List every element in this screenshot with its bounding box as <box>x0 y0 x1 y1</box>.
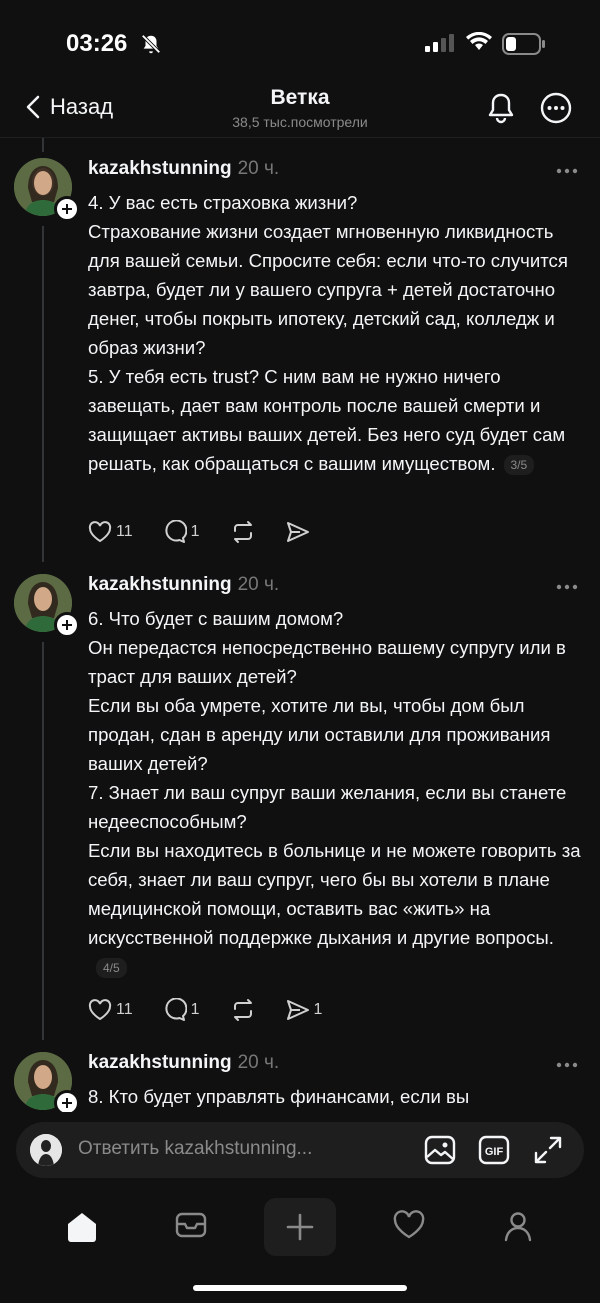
create-post-button[interactable] <box>264 1198 336 1256</box>
follow-button[interactable] <box>54 1090 80 1112</box>
post-paragraph: Он передастся непосредственно вашему суп… <box>88 637 566 687</box>
post-paragraph: Страхование жизни создает мгновенную лик… <box>88 221 568 358</box>
post-actions: 11 1 <box>88 520 344 544</box>
post-author[interactable]: kazakhstunning 20 ч. <box>88 574 279 596</box>
post-paragraph: 6. Что будет с вашим домом? <box>88 608 344 629</box>
image-icon[interactable] <box>424 1135 456 1165</box>
thread-post: kazakhstunning 20 ч. 6. Что будет с вашим… <box>0 574 600 1034</box>
heart-icon <box>88 521 112 543</box>
post-more-icon[interactable] <box>556 584 578 590</box>
thread-line <box>42 138 44 152</box>
post-author[interactable]: kazakhstunning 20 ч. <box>88 158 279 180</box>
like-button[interactable]: 11 <box>88 521 133 543</box>
home-icon[interactable] <box>64 1210 100 1244</box>
battery-icon <box>502 33 545 55</box>
post-paragraph: 7. Знает ли ваш супруг ваши желания, есл… <box>88 782 567 832</box>
like-count: 11 <box>116 523 133 540</box>
post-more-icon[interactable] <box>556 1062 578 1068</box>
thread-post: kazakhstunning 20 ч. 8. Кто будет управля… <box>0 1052 600 1112</box>
repost-icon <box>233 521 252 543</box>
inbox-icon[interactable] <box>174 1210 208 1240</box>
post-time: 20 ч. <box>237 1052 280 1073</box>
post-more-icon[interactable] <box>556 168 578 174</box>
status-bar: 03:26 <box>0 0 600 90</box>
post-paragraph: Если вы находитесь в больнице и не может… <box>88 836 588 981</box>
heart-icon <box>88 999 112 1021</box>
expand-icon[interactable] <box>533 1135 563 1165</box>
share-count: 1 <box>313 1001 323 1018</box>
user-avatar <box>30 1134 62 1166</box>
thread-post: kazakhstunning 20 ч. 4. У вас есть страхо… <box>0 158 600 558</box>
post-text: 8. Кто будет управлять финансами, если в… <box>88 1082 588 1112</box>
plus-icon <box>62 620 72 630</box>
reply-input[interactable]: Ответить kazakhstunning... <box>78 1138 312 1160</box>
avatar[interactable] <box>14 1052 80 1112</box>
like-count: 11 <box>116 1001 133 1018</box>
comment-button[interactable]: 1 <box>163 520 200 544</box>
tab-bar <box>0 1196 600 1266</box>
follow-button[interactable] <box>54 612 80 638</box>
comment-button[interactable]: 1 <box>163 998 200 1022</box>
bell-off-icon <box>141 34 161 54</box>
nav-bar: Назад Ветка 38,5 тыс.посмотрели <box>0 78 600 138</box>
plus-icon <box>62 204 72 214</box>
thread-counter: 3/5 <box>503 455 535 476</box>
post-actions: 11 1 1 <box>88 998 352 1022</box>
signal-icon <box>425 34 454 52</box>
post-paragraph: 5. У тебя есть trust? С ним вам не нужно… <box>88 366 566 476</box>
post-paragraph: Если вы оба умрете, хотите ли вы, чтобы … <box>88 695 551 774</box>
thread-counter: 4/5 <box>96 958 127 979</box>
gif-icon[interactable]: GIF <box>478 1135 510 1165</box>
more-icon[interactable] <box>540 92 572 124</box>
heart-icon[interactable] <box>392 1210 426 1240</box>
avatar[interactable] <box>14 574 80 638</box>
post-text: 6. Что будет с вашим домом? Он передастс… <box>88 604 588 981</box>
repost-button[interactable] <box>230 998 256 1022</box>
comment-count: 1 <box>190 1001 200 1018</box>
repost-icon <box>233 999 252 1021</box>
share-button[interactable]: 1 <box>286 999 323 1021</box>
comment-count: 1 <box>190 523 200 540</box>
home-indicator <box>193 1285 407 1291</box>
status-time: 03:26 <box>66 30 128 57</box>
post-time: 20 ч. <box>237 158 280 179</box>
post-paragraph: 8. Кто будет управлять финансами, если в… <box>88 1086 470 1107</box>
repost-button[interactable] <box>230 520 256 544</box>
share-button[interactable] <box>286 521 314 543</box>
bell-icon[interactable] <box>486 92 516 124</box>
username: kazakhstunning <box>88 574 232 595</box>
follow-button[interactable] <box>54 196 80 222</box>
post-text: 4. У вас есть страховка жизни? Страхован… <box>88 188 588 478</box>
post-paragraph: 4. У вас есть страховка жизни? <box>88 192 358 213</box>
reply-bar[interactable]: Ответить kazakhstunning... GIF <box>16 1122 584 1178</box>
send-icon <box>286 522 309 542</box>
comment-icon <box>165 520 187 543</box>
username: kazakhstunning <box>88 158 232 179</box>
avatar[interactable] <box>14 158 80 222</box>
wifi-icon <box>466 32 492 50</box>
plus-icon <box>286 1213 314 1241</box>
post-time: 20 ч. <box>237 574 280 595</box>
profile-icon[interactable] <box>502 1210 534 1242</box>
comment-icon <box>165 998 187 1021</box>
like-button[interactable]: 11 <box>88 999 133 1021</box>
send-icon <box>286 1000 309 1020</box>
plus-icon <box>62 1098 72 1108</box>
svg-text:GIF: GIF <box>485 1146 504 1158</box>
username: kazakhstunning <box>88 1052 232 1073</box>
post-author[interactable]: kazakhstunning 20 ч. <box>88 1052 279 1074</box>
